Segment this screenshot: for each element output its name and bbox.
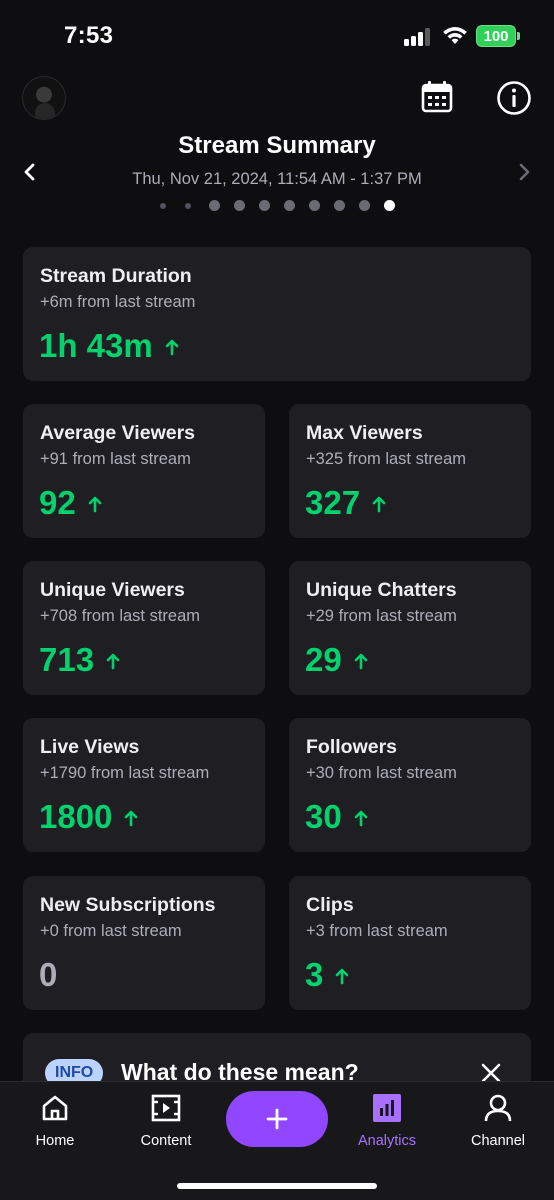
arrow-up-icon: [106, 653, 120, 670]
arrow-up-icon: [354, 653, 368, 670]
stat-card-live-views: Live Views +1790 from last stream 1800: [23, 718, 265, 852]
pager-dot[interactable]: [334, 200, 345, 211]
stat-value-row: 29: [305, 641, 368, 679]
info-icon[interactable]: [496, 80, 532, 116]
stat-change: +708 from last stream: [40, 607, 201, 625]
status-time: 7:53: [64, 22, 114, 49]
calendar-icon[interactable]: [420, 80, 454, 114]
stat-card-clips: Clips +3 from last stream 3: [289, 876, 531, 1010]
arrow-up-icon: [354, 810, 368, 827]
stat-card-unique-viewers: Unique Viewers +708 from last stream 713: [23, 561, 265, 695]
stat-card-stream-duration: Stream Duration +6m from last stream 1h …: [23, 247, 531, 381]
stat-value-row: 0: [39, 956, 57, 994]
stat-label: Followers: [306, 736, 398, 758]
stat-value: 713: [39, 641, 95, 678]
pager-dot[interactable]: [234, 200, 245, 211]
stat-card-followers: Followers +30 from last stream 30: [289, 718, 531, 852]
nav-item-content[interactable]: Content: [121, 1092, 211, 1154]
arrow-up-icon: [372, 496, 386, 513]
stat-value-row: 3: [305, 956, 349, 994]
stat-value-row: 327: [305, 484, 386, 522]
bar-chart-icon: [373, 1094, 401, 1122]
battery-tip: [517, 32, 520, 40]
stat-value-row: 92: [39, 484, 102, 522]
stat-value-row: 30: [305, 798, 368, 836]
stat-label: New Subscriptions: [40, 894, 216, 916]
stat-card-unique-chatters: Unique Chatters +29 from last stream 29: [289, 561, 531, 695]
arrow-up-icon: [125, 810, 138, 827]
stat-card-max-viewers: Max Viewers +325 from last stream 327: [289, 404, 531, 538]
stat-value-row: 1h 43m: [39, 327, 179, 365]
stat-change: +325 from last stream: [306, 450, 467, 468]
stat-value: 29: [305, 641, 342, 678]
stat-label: Stream Duration: [40, 265, 192, 287]
pager-dot[interactable]: [284, 200, 295, 211]
stream-pager-dots: [0, 200, 554, 212]
stat-change: +3 from last stream: [306, 922, 448, 940]
stat-change: +91 from last stream: [40, 450, 191, 468]
stat-value: 3: [305, 956, 324, 993]
person-icon: [484, 1094, 512, 1122]
stat-value-row: 1800: [39, 798, 138, 836]
pager-dot[interactable]: [185, 203, 191, 209]
stat-label: Clips: [306, 894, 354, 916]
stat-label: Unique Chatters: [306, 579, 457, 601]
pager-dot[interactable]: [209, 200, 220, 211]
stat-label: Unique Viewers: [40, 579, 185, 601]
stat-card-new-subscriptions: New Subscriptions +0 from last stream 0: [23, 876, 265, 1010]
bottom-nav: Home Content Analytics Channel: [0, 1081, 554, 1200]
stat-label: Max Viewers: [306, 422, 423, 444]
nav-label: Home: [35, 1133, 75, 1149]
create-button[interactable]: [226, 1091, 328, 1147]
chevron-right-icon: [519, 163, 530, 181]
stream-date-range: Thu, Nov 21, 2024, 11:54 AM - 1:37 PM: [132, 170, 422, 188]
stat-value: 327: [305, 484, 361, 521]
stat-change: +1790 from last stream: [40, 764, 210, 782]
battery-level: 100: [483, 27, 509, 45]
home-indicator[interactable]: [177, 1183, 377, 1189]
pager-dot-active[interactable]: [384, 200, 395, 211]
battery-indicator: 100: [476, 25, 516, 47]
nav-item-channel[interactable]: Channel: [453, 1092, 543, 1154]
status-bar: 7:53 100: [0, 0, 554, 70]
video-content-icon: [151, 1094, 181, 1122]
pager-dot[interactable]: [309, 200, 320, 211]
pager-dot[interactable]: [359, 200, 370, 211]
plus-icon: [266, 1108, 288, 1130]
stat-change: +30 from last stream: [306, 764, 457, 782]
stat-change: +29 from last stream: [306, 607, 457, 625]
stat-label: Average Viewers: [40, 422, 196, 444]
stat-value: 92: [39, 484, 76, 521]
stat-change: +0 from last stream: [40, 922, 182, 940]
nav-label: Channel: [470, 1133, 525, 1149]
avatar[interactable]: [22, 76, 66, 120]
arrow-up-icon: [88, 496, 102, 513]
cellular-signal-icon: [404, 28, 434, 46]
stat-label: Live Views: [40, 736, 140, 758]
nav-label: Analytics: [357, 1133, 417, 1149]
wifi-icon: [443, 27, 467, 44]
nav-item-analytics[interactable]: Analytics: [342, 1092, 432, 1154]
nav-label: Content: [140, 1133, 192, 1149]
home-icon: [42, 1095, 68, 1121]
stat-card-average-viewers: Average Viewers +91 from last stream 92: [23, 404, 265, 538]
stat-value: 1800: [39, 798, 113, 835]
stat-value: 1h 43m: [39, 327, 153, 364]
stat-value-row: 713: [39, 641, 120, 679]
pager-dot[interactable]: [259, 200, 270, 211]
stat-change: +6m from last stream: [40, 293, 196, 311]
stat-value: 30: [305, 798, 342, 835]
next-stream-button[interactable]: [510, 158, 538, 186]
stat-value: 0: [39, 956, 58, 993]
nav-item-home[interactable]: Home: [10, 1092, 100, 1154]
arrow-up-icon: [165, 339, 179, 356]
page-title: Stream Summary: [178, 132, 376, 159]
arrow-up-icon: [336, 968, 349, 985]
pager-dot[interactable]: [160, 203, 166, 209]
